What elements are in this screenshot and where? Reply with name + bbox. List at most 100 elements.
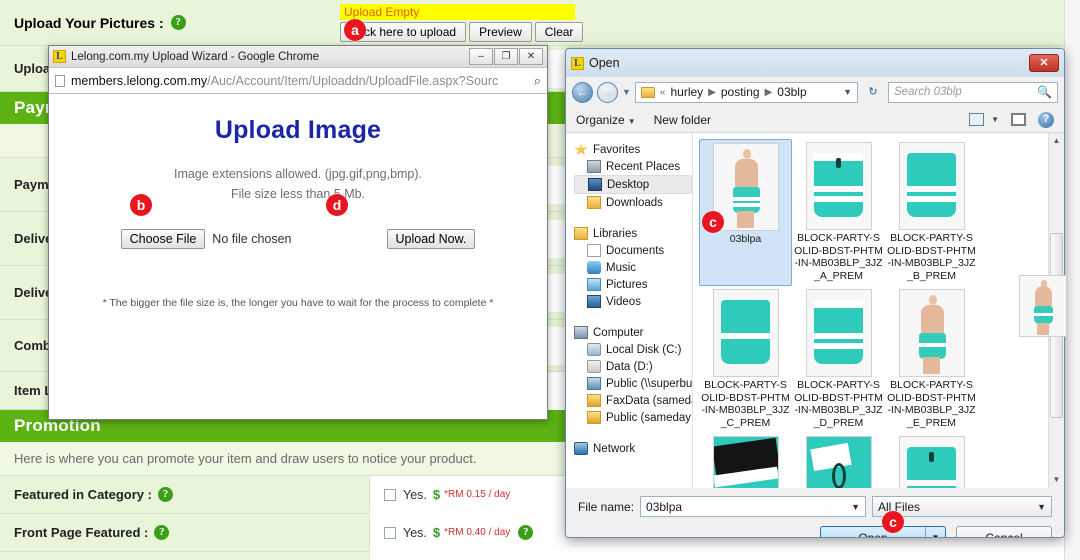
nav-label: Pictures [606,278,648,291]
cancel-button[interactable]: Cancel [956,526,1052,537]
file-name-value: 03blpa [646,499,683,514]
nav-label: Music [606,261,637,274]
dollar-icon: $ [432,487,441,502]
scroll-down-icon[interactable]: ▼ [1049,472,1064,488]
maximize-icon[interactable]: ❐ [494,48,518,65]
nav-item-network[interactable]: Network [574,440,692,457]
chrome-window-title: Lelong.com.my Upload Wizard - Google Chr… [71,50,319,63]
front-page-featured-label: Front Page Featured : ? [0,517,370,548]
help-icon[interactable]: ? [170,15,186,30]
chevron-down-icon: ▼ [991,115,999,124]
file-list-pane[interactable]: 03blpa BLOCK-PARTY-SOLID-BDST-PHTM-IN-MB… [693,133,1064,488]
network-icon [574,442,588,455]
upload-pictures-row: Upload Your Pictures : ? Upload Empty Cl… [0,0,1080,46]
nav-item-recent-places[interactable]: Recent Places [574,158,692,175]
file-type-value: All Files [878,499,921,514]
nav-item-data-d[interactable]: Data (D:) [574,358,692,375]
help-icon[interactable]: ? [518,525,534,540]
close-icon[interactable]: ✕ [1029,54,1059,72]
file-item[interactable]: BLOCK-PARTY-SOLID-BDST-PHTM-IN-MB03BLP_3… [699,286,792,433]
chevron-down-icon[interactable]: ▼ [1037,502,1046,512]
help-icon[interactable]: ? [157,487,173,502]
breadcrumb-part-posting[interactable]: posting [721,85,760,99]
pictures-icon [587,278,601,291]
chrome-page-content: Upload Image Image extensions allowed. (… [49,94,547,419]
preview-pane-icon[interactable] [1011,113,1026,126]
nav-item-pictures[interactable]: Pictures [574,276,692,293]
file-grid: 03blpa BLOCK-PARTY-SOLID-BDST-PHTM-IN-MB… [693,133,1064,488]
nav-item-desktop[interactable]: Desktop [574,175,692,194]
breadcrumb-overflow[interactable]: « [660,87,666,98]
new-folder-button[interactable]: New folder [654,113,711,127]
chevron-down-icon[interactable]: ▼ [843,87,852,97]
file-thumbnail [805,436,872,488]
close-icon[interactable]: ✕ [519,48,543,65]
nav-item-public-superbuy[interactable]: Public (\\superbuy) [574,375,692,392]
organize-menu[interactable]: Organize ▼ [576,113,636,127]
open-dialog-titlebar[interactable]: L Open ✕ [566,49,1064,77]
nav-item-local-disk-c[interactable]: Local Disk (C:) [574,341,692,358]
breadcrumb-part-hurley[interactable]: hurley [670,85,703,99]
thumbnail-art [806,437,871,488]
help-icon[interactable]: ? [154,525,170,540]
nav-item-computer[interactable]: Computer [574,324,692,341]
file-item[interactable]: BLOCK-PARTY-SOLID-BDST-PHTM-IN-MB03BLP_3… [792,286,885,433]
nav-group-network: Network [574,440,692,457]
file-name-label: BLOCK-PARTY-SOLID-BDST-PHTM-IN-MB03BLP_3… [887,232,976,282]
nav-item-public-sameday[interactable]: Public (sameday (Nà [574,409,692,426]
chrome-titlebar[interactable]: L Lelong.com.my Upload Wizard - Google C… [49,46,547,68]
file-item[interactable]: BLOCK-PARTY-SOLID-BDST-PHTM-IN-MB03BLP_3… [792,139,885,286]
thumbnail-art [1020,276,1066,336]
choose-file-button[interactable]: Choose File [120,229,206,249]
help-icon[interactable]: ? [1038,111,1054,128]
nav-label: Data (D:) [606,360,653,373]
nav-item-faxdata[interactable]: FaxData (sameday (N [574,392,692,409]
nav-item-music[interactable]: Music [574,259,692,276]
front-page-featured-label-text: Front Page Featured : [14,525,149,540]
upload-now-button[interactable]: Upload Now. [386,229,476,249]
breadcrumb[interactable]: « hurley ▶ posting ▶ 03blp ▼ [634,81,858,103]
search-icon[interactable]: 🔍 [1037,85,1052,99]
file-name-label: BLOCK-PARTY-SOLID-BDST-PHTM-IN-MB03BLP_3… [701,379,790,429]
change-view-button[interactable]: ▼ [969,113,999,126]
file-item[interactable]: BLOCK-PARTY-S [699,433,792,488]
front-page-featured-checkbox[interactable] [384,526,396,539]
yes-label: Yes. [403,487,427,502]
chevron-down-icon[interactable]: ▼ [851,502,860,512]
annotation-marker-b: b [130,194,152,216]
nav-item-libraries[interactable]: Libraries [574,225,692,242]
file-size-note: File size less than 5 Mb. [230,187,366,201]
zoom-icon[interactable]: ⌕ [530,73,541,89]
nav-item-videos[interactable]: Videos [574,293,692,310]
file-name-input[interactable]: 03blpa ▼ [640,496,866,517]
forward-icon[interactable]: → [597,81,618,103]
nav-item-downloads[interactable]: Downloads [574,194,692,211]
file-name-label: BLOCK-PARTY-SOLID-BDST-PHTM-IN-MB03BLP_3… [794,379,883,429]
history-dropdown-icon[interactable]: ▼ [622,87,631,97]
search-box[interactable]: Search 03blp 🔍 [888,81,1058,103]
chrome-address-bar[interactable]: members.lelong.com.my /Auc/Account/Item/… [49,68,547,94]
file-item[interactable]: BLOCK-PARTY-SOLID-BDST-PHTM-IN-MB03BLP_3… [885,139,978,286]
nav-item-documents[interactable]: Documents [574,242,692,259]
breadcrumb-part-03blp[interactable]: 03blp [777,85,806,99]
file-item[interactable]: BLOCK-PARTY-S [792,433,885,488]
data-disk-icon [587,360,601,373]
clear-button[interactable]: Clear [534,21,584,42]
navigation-pane[interactable]: Favorites Recent Places Desktop Download… [566,133,693,488]
file-item[interactable]: BLOCK-PARTY-SOLID-BDST-PHTM-IN-MB03BLP_3… [885,286,978,433]
open-button-dropdown-icon[interactable]: ▼ [925,527,945,537]
network-drive-icon [587,377,601,390]
file-name-label: 03blpa [729,233,762,245]
back-icon[interactable]: ← [572,81,593,103]
refresh-icon[interactable]: ↻ [862,82,884,103]
featured-in-category-checkbox[interactable] [384,488,396,501]
nav-item-favorites[interactable]: Favorites [574,141,692,158]
recent-places-icon [587,160,601,173]
file-thumbnail [898,436,965,488]
scroll-up-icon[interactable]: ▲ [1049,133,1064,149]
preview-button[interactable]: Preview [469,21,532,42]
minimize-icon[interactable]: – [469,48,493,65]
file-name-row: File name: 03blpa ▼ All Files ▼ [578,496,1052,517]
lelong-logo-icon: L [571,56,584,70]
file-item[interactable]: main [885,433,978,488]
